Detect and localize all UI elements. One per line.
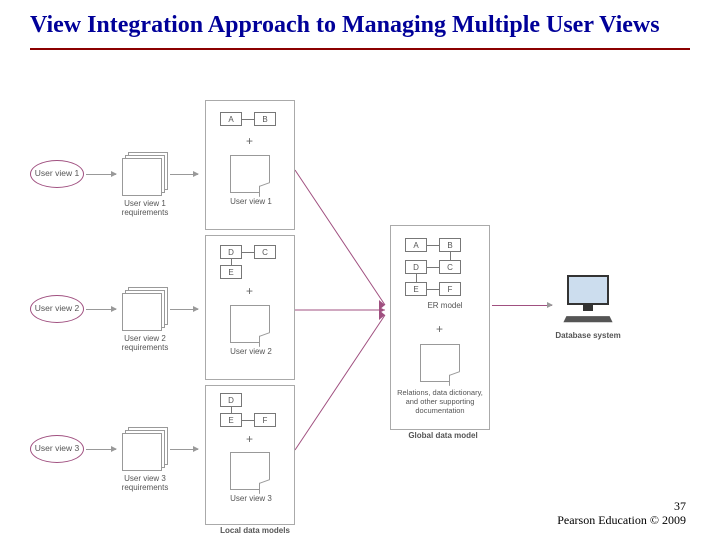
entity-box: E bbox=[220, 265, 242, 279]
slide-title: View Integration Approach to Managing Mu… bbox=[0, 0, 720, 48]
plus-icon: + bbox=[246, 134, 253, 148]
user-view-3-req-label: User view 3 requirements bbox=[110, 475, 180, 493]
entity-box: D bbox=[220, 393, 242, 407]
user-view-1-req-label: User view 1 requirements bbox=[110, 200, 180, 218]
user-view-3-ellipse: User view 3 bbox=[30, 435, 84, 463]
entity-box: C bbox=[439, 260, 461, 274]
arrow-icon bbox=[170, 449, 198, 450]
arrow-icon bbox=[170, 309, 198, 310]
er-connector-line bbox=[231, 259, 232, 265]
plus-icon: + bbox=[246, 284, 253, 298]
entity-box: F bbox=[439, 282, 461, 296]
entity-box: E bbox=[220, 413, 242, 427]
er-connector-line bbox=[427, 289, 439, 290]
database-system-label: Database system bbox=[552, 332, 624, 341]
arrow-icon bbox=[170, 174, 198, 175]
er-connector-line bbox=[242, 252, 254, 253]
entity-box: B bbox=[439, 238, 461, 252]
user-view-1-req-stack bbox=[122, 152, 168, 196]
user-view-3-req-stack bbox=[122, 427, 168, 471]
user-view-1-doc bbox=[230, 155, 270, 193]
global-data-model-label: Global data model bbox=[398, 432, 488, 441]
local-data-models-label: Local data models bbox=[210, 527, 300, 536]
er-connector-line bbox=[416, 274, 417, 282]
entity-box: E bbox=[405, 282, 427, 296]
page-number: 37 bbox=[674, 499, 686, 514]
arrow-icon bbox=[86, 174, 116, 175]
user-view-3-doc bbox=[230, 452, 270, 490]
entity-box: A bbox=[220, 112, 242, 126]
copyright-text: Pearson Education © 2009 bbox=[557, 513, 686, 528]
user-view-1-label: User view 1 bbox=[35, 169, 79, 178]
entity-box: A bbox=[405, 238, 427, 252]
er-connector-line bbox=[450, 252, 451, 260]
er-group-3-row1: D bbox=[220, 393, 242, 407]
user-view-3-label: User view 3 bbox=[35, 444, 79, 453]
user-view-3-doc-label: User view 3 bbox=[216, 495, 286, 504]
arrow-icon bbox=[492, 305, 552, 306]
user-view-1-doc-label: User view 1 bbox=[216, 198, 286, 207]
entity-box: D bbox=[220, 245, 242, 259]
entity-box: F bbox=[254, 413, 276, 427]
title-rule bbox=[30, 48, 690, 50]
diagram-area: User view 1 User view 1 requirements A B… bbox=[30, 100, 690, 520]
er-connector-line bbox=[242, 420, 254, 421]
user-view-2-doc bbox=[230, 305, 270, 343]
user-view-2-req-stack bbox=[122, 287, 168, 331]
arrow-icon bbox=[86, 449, 116, 450]
entity-box: C bbox=[254, 245, 276, 259]
user-view-2-ellipse: User view 2 bbox=[30, 295, 84, 323]
er-group-2-row2: E bbox=[220, 265, 242, 279]
plus-icon: + bbox=[246, 432, 253, 446]
user-view-1-ellipse: User view 1 bbox=[30, 160, 84, 188]
database-system-icon bbox=[560, 275, 616, 323]
user-view-2-doc-label: User view 2 bbox=[216, 348, 286, 357]
plus-icon: + bbox=[436, 322, 443, 336]
er-connector-line bbox=[231, 407, 232, 413]
converge-arrows-icon bbox=[295, 160, 390, 460]
er-connector-line bbox=[242, 119, 254, 120]
user-view-2-label: User view 2 bbox=[35, 304, 79, 313]
supporting-doc-label: Relations, data dictionary, and other su… bbox=[390, 388, 490, 415]
entity-box: D bbox=[405, 260, 427, 274]
global-supporting-doc bbox=[420, 344, 460, 382]
er-connector-line bbox=[427, 267, 439, 268]
er-connector-line bbox=[427, 245, 439, 246]
arrow-icon bbox=[86, 309, 116, 310]
er-model-label: ER model bbox=[420, 302, 470, 311]
entity-box: B bbox=[254, 112, 276, 126]
user-view-2-req-label: User view 2 requirements bbox=[110, 335, 180, 353]
